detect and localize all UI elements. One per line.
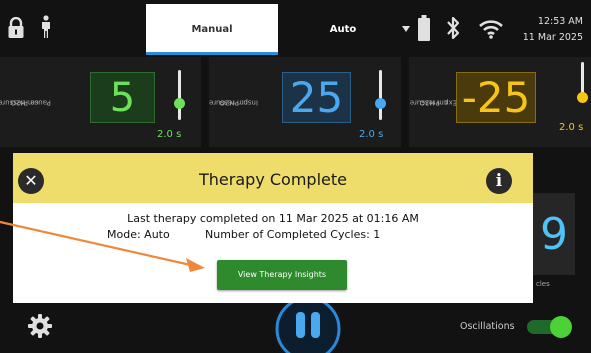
screenshot-stage: Manual Auto 12:53 AM 11 Mar 2025 Pause P… bbox=[0, 0, 591, 353]
device-screen: Manual Auto 12:53 AM 11 Mar 2025 Pause P… bbox=[0, 0, 591, 353]
therapy-summary-row: Mode: Auto Number of Completed Cycles: 1 bbox=[107, 228, 380, 241]
insp-slider-knob[interactable] bbox=[375, 98, 386, 109]
info-button[interactable]: i bbox=[486, 168, 512, 194]
oscillations-label: Oscillations bbox=[460, 321, 515, 332]
tab-manual[interactable]: Manual bbox=[146, 4, 278, 54]
exp-pressure-label: Exp. Pressure cm H2O bbox=[409, 98, 457, 107]
close-button[interactable]: ✕ bbox=[18, 168, 44, 194]
tab-auto[interactable]: Auto bbox=[300, 4, 386, 54]
pause-pressure-value[interactable]: 5 bbox=[90, 72, 155, 123]
cycle-count-display: 9 bbox=[533, 193, 575, 275]
oscillations-toggle[interactable] bbox=[525, 316, 575, 338]
clock-date: 11 Mar 2025 bbox=[522, 32, 583, 43]
chevron-down-icon[interactable] bbox=[402, 26, 410, 32]
insp-pressure-card[interactable]: Insp. Pressure cm H2O 25 2.0 s bbox=[209, 57, 401, 147]
lock-icon[interactable] bbox=[8, 17, 24, 39]
battery-icon bbox=[418, 15, 430, 41]
exp-time: 2.0 s bbox=[559, 122, 584, 133]
pause-button[interactable] bbox=[275, 296, 341, 353]
insp-pressure-label: Insp. Pressure cm H2O bbox=[208, 98, 258, 107]
pause-pressure-label: Pause Pressure cm H2O bbox=[0, 98, 51, 107]
view-therapy-insights-button[interactable]: View Therapy Insights bbox=[217, 260, 347, 290]
gear-icon[interactable] bbox=[28, 314, 52, 338]
completed-cycles-text: Number of Completed Cycles: 1 bbox=[205, 228, 381, 241]
insp-slider-track[interactable] bbox=[379, 70, 382, 120]
info-icon: i bbox=[495, 171, 503, 191]
bluetooth-icon bbox=[447, 16, 460, 40]
tab-selected-indicator bbox=[146, 52, 278, 55]
exp-pressure-card[interactable]: Exp. Pressure cm H2O -25 2.0 s bbox=[409, 57, 591, 147]
oscillations-toggle-knob bbox=[550, 316, 572, 338]
therapy-complete-dialog: Therapy Complete ✕ i Last therapy comple… bbox=[13, 153, 533, 303]
cycle-count-label: cles bbox=[536, 280, 550, 288]
clock-time: 12:53 AM bbox=[537, 16, 583, 27]
pause-time: 2.0 s bbox=[157, 129, 182, 140]
insp-time: 2.0 s bbox=[359, 129, 384, 140]
person-icon bbox=[42, 15, 50, 38]
wifi-icon bbox=[479, 20, 503, 39]
therapy-mode-text: Mode: Auto bbox=[107, 228, 170, 241]
exp-pressure-value[interactable]: -25 bbox=[456, 72, 536, 123]
dialog-title: Therapy Complete bbox=[199, 170, 347, 189]
pause-pressure-card[interactable]: Pause Pressure cm H2O 5 2.0 s bbox=[0, 57, 201, 147]
clock: 12:53 AM 11 Mar 2025 bbox=[523, 14, 583, 46]
insp-pressure-value[interactable]: 25 bbox=[282, 72, 351, 123]
pause-slider-track[interactable] bbox=[178, 70, 181, 120]
close-icon: ✕ bbox=[24, 171, 38, 190]
exp-slider-knob[interactable] bbox=[577, 92, 588, 103]
last-therapy-text: Last therapy completed on 11 Mar 2025 at… bbox=[127, 212, 419, 225]
pause-slider-knob[interactable] bbox=[174, 98, 185, 109]
